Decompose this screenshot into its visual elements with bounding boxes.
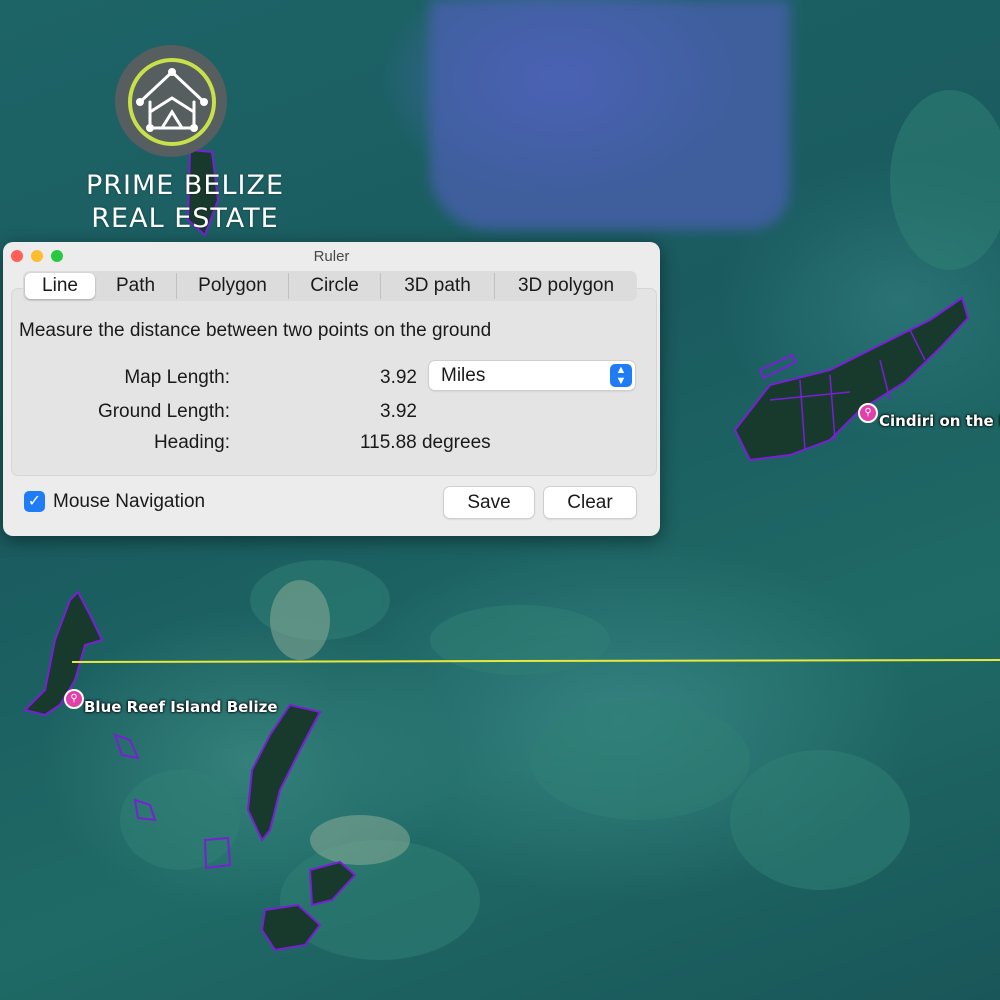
ground-length-label: Ground Length: <box>97 401 230 422</box>
window-title: Ruler <box>313 248 350 265</box>
logo-line-2: REAL ESTATE <box>91 203 279 234</box>
heading-value: 115.88 degrees <box>360 432 491 453</box>
clear-button[interactable]: Clear <box>544 487 636 518</box>
place-label-blue-reef[interactable]: Blue Reef Island Belize <box>84 698 278 716</box>
ruler-window: Ruler Line Path Polygon Circle 3D path 3… <box>3 242 660 536</box>
map-length-value: 3.92 <box>380 367 417 388</box>
island-cindiri <box>733 296 970 462</box>
save-button[interactable]: Save <box>444 487 534 518</box>
house-icon <box>136 68 208 132</box>
ruler-line <box>71 659 1000 663</box>
place-label-cindiri[interactable]: Cindiri on the R <box>879 412 1000 430</box>
title-bar[interactable]: Ruler <box>3 242 660 270</box>
island-blue-reef <box>23 590 140 760</box>
tab-polygon[interactable]: Polygon <box>177 273 289 299</box>
pin-icon[interactable]: ⚲ <box>858 403 878 423</box>
pin-icon[interactable]: ⚲ <box>64 689 84 709</box>
map-length-label: Map Length: <box>124 367 230 388</box>
logo-line-1: PRIME BELIZE <box>85 170 285 201</box>
unit-select-value: Miles <box>441 365 486 386</box>
heading-label: Heading: <box>153 432 230 453</box>
mouse-navigation-label[interactable]: Mouse Navigation <box>53 491 205 513</box>
checkmark-icon: ✓ <box>27 493 42 510</box>
mouse-navigation-checkbox[interactable]: ✓ <box>24 491 45 512</box>
tab-line[interactable]: Line <box>25 273 95 299</box>
tab-path[interactable]: Path <box>95 273 177 299</box>
tab-3d-polygon[interactable]: 3D polygon <box>495 273 637 299</box>
tab-circle[interactable]: Circle <box>289 273 381 299</box>
ground-length-value: 3.92 <box>380 401 417 422</box>
measure-tabs: Line Path Polygon Circle 3D path 3D poly… <box>23 271 637 301</box>
tab-3d-path[interactable]: 3D path <box>381 273 495 299</box>
measure-description: Measure the distance between two points … <box>19 320 492 341</box>
updown-chevron-icon: ▲ ▼ <box>610 364 632 387</box>
unit-select[interactable]: Miles ▲ ▼ <box>429 361 635 390</box>
